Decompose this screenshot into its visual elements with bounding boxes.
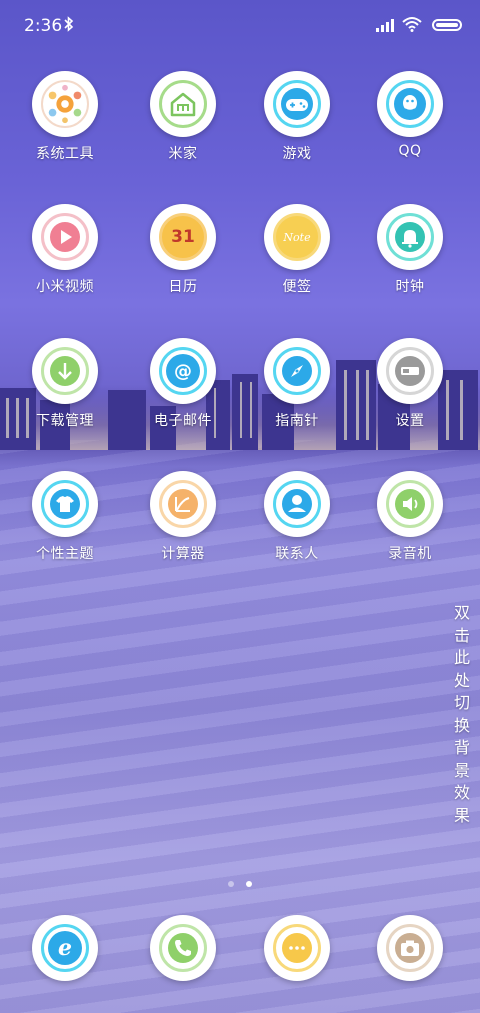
app-label: 指南针 [275, 413, 319, 429]
download-icon [41, 347, 89, 395]
app-recorder[interactable]: 录音机 [355, 471, 465, 563]
dock-messages[interactable] [242, 915, 352, 981]
app-compass[interactable]: 指南针 [242, 338, 352, 430]
theme-shirt-icon [41, 480, 89, 528]
app-themes[interactable]: 个性主题 [10, 471, 120, 563]
app-system-tools[interactable]: 系统工具 [10, 71, 120, 163]
bluetooth-icon [64, 16, 74, 32]
calendar-date-text: 31 [171, 227, 195, 247]
wifi-icon [402, 17, 422, 32]
app-label: 个性主题 [36, 546, 94, 562]
app-label: 电子邮件 [154, 413, 212, 429]
app-label: 便签 [282, 279, 312, 295]
recorder-icon [386, 480, 434, 528]
qq-icon [386, 80, 434, 128]
dock-phone[interactable] [128, 915, 238, 981]
mi-home-icon [159, 80, 207, 128]
app-downloads[interactable]: 下载管理 [10, 338, 120, 430]
app-calendar[interactable]: 31 日历 [128, 204, 238, 296]
app-label: 时钟 [395, 279, 425, 295]
app-label: 下载管理 [36, 413, 94, 429]
browser-icon-text: e [48, 931, 82, 965]
browser-icon: e [41, 924, 89, 972]
note-icon: Note [273, 213, 321, 261]
app-label: 日历 [168, 279, 198, 295]
app-mi-video[interactable]: 小米视频 [10, 204, 120, 296]
settings-toggle-icon [386, 347, 434, 395]
calculator-icon [159, 480, 207, 528]
app-label: 系统工具 [36, 146, 94, 162]
status-time: 2:36 [24, 16, 63, 36]
app-clock[interactable]: 时钟 [355, 204, 465, 296]
app-label: QQ [398, 143, 422, 159]
app-qq[interactable]: QQ [355, 71, 465, 159]
app-mi-home[interactable]: 米家 [128, 71, 238, 163]
app-label: 联系人 [275, 546, 319, 562]
app-games[interactable]: 游戏 [242, 71, 352, 163]
compass-icon [273, 347, 321, 395]
contact-person-icon [273, 480, 321, 528]
page-dot-active[interactable] [246, 881, 252, 887]
note-icon-text: Note [283, 230, 311, 244]
bell-icon [386, 213, 434, 261]
dock-camera[interactable] [355, 915, 465, 981]
app-label: 录音机 [388, 546, 432, 562]
page-indicator [0, 872, 480, 891]
system-tools-icon [41, 80, 89, 128]
gamepad-icon [273, 80, 321, 128]
cellular-signal-icon [376, 19, 394, 32]
email-icon: @ [159, 347, 207, 395]
app-label: 游戏 [282, 146, 312, 162]
app-contacts[interactable]: 联系人 [242, 471, 352, 563]
wallpaper-switch-hint[interactable]: 双击此处切换背景效果 [452, 602, 472, 827]
app-calculator[interactable]: 计算器 [128, 471, 238, 563]
app-label: 米家 [168, 146, 198, 162]
dock-browser[interactable]: e [10, 915, 120, 981]
page-dot[interactable] [228, 881, 234, 887]
camera-icon [386, 924, 434, 972]
messages-icon [273, 924, 321, 972]
email-icon-text: @ [166, 354, 200, 388]
app-settings[interactable]: 设置 [355, 338, 465, 430]
battery-icon [432, 19, 462, 31]
app-notes[interactable]: Note 便签 [242, 204, 352, 296]
status-bar: 2:36 [0, 0, 480, 52]
app-email[interactable]: @ 电子邮件 [128, 338, 238, 430]
app-label: 小米视频 [36, 279, 94, 295]
app-label: 计算器 [161, 546, 205, 562]
app-label: 设置 [395, 413, 425, 429]
phone-icon [159, 924, 207, 972]
play-icon [41, 213, 89, 261]
calendar-icon: 31 [159, 213, 207, 261]
